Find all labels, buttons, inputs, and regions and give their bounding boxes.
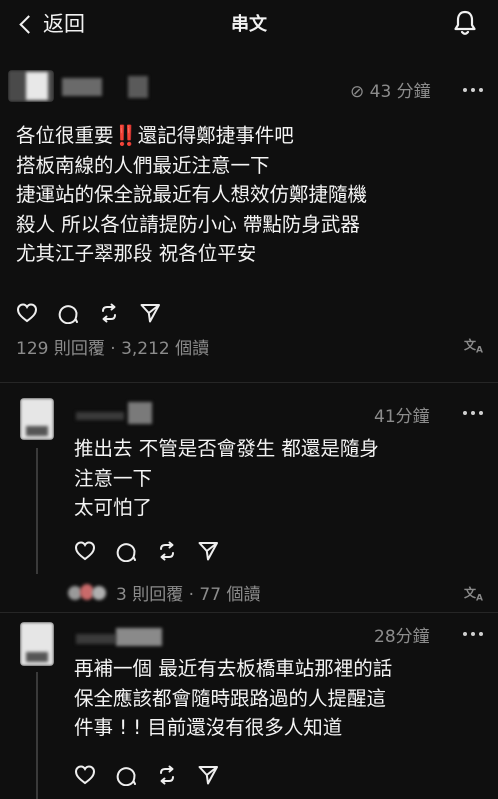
- post-timestamp: ⊘ 43 分鐘: [350, 82, 431, 102]
- heart-icon[interactable]: [74, 764, 96, 786]
- reply-line: 推出去 不管是否會發生 都還是隨身: [74, 437, 379, 460]
- author-avatar[interactable]: [8, 70, 54, 102]
- send-icon[interactable]: [139, 302, 161, 324]
- post-line: 殺人 所以各位請提防小心 帶點防身武器: [16, 212, 360, 236]
- reply-text: 再補一個 最近有去板橋車站那裡的話 保全應該都會隨時跟路過的人提醒這 件事 ! …: [74, 654, 392, 743]
- divider: [0, 612, 498, 613]
- more-icon[interactable]: [463, 411, 483, 415]
- translate-icon[interactable]: 文A: [464, 336, 483, 355]
- post-actions: [16, 302, 161, 324]
- divider: [0, 382, 498, 383]
- comment-icon[interactable]: [115, 540, 137, 562]
- heart-icon[interactable]: [16, 302, 38, 324]
- reply-line: 太可怕了: [74, 496, 153, 519]
- post-line: 尤其江子翠那段 祝各位平安: [16, 242, 257, 265]
- top-bar: 返回 串文: [0, 0, 498, 46]
- reply-timestamp: 41分鐘: [374, 407, 430, 427]
- post-line: 各位很重要‼️還記得鄭捷事件吧: [16, 124, 294, 147]
- repost-icon[interactable]: [98, 302, 120, 324]
- thread-line: [36, 672, 38, 799]
- page-title: 串文: [231, 14, 267, 35]
- reply-line: 再補一個 最近有去板橋車站那裡的話: [74, 657, 393, 680]
- send-icon[interactable]: [197, 540, 219, 562]
- reply-text: 推出去 不管是否會發生 都還是隨身 注意一下 太可怕了: [74, 434, 379, 523]
- replier-avatars: [68, 582, 108, 602]
- post-line: 捷運站的保全說最近有人想效仿鄭捷隨機: [16, 183, 368, 206]
- comment-icon[interactable]: [115, 764, 137, 786]
- repost-icon[interactable]: [156, 764, 178, 786]
- post-text: 各位很重要‼️還記得鄭捷事件吧 搭板南線的人們最近注意一下 捷運站的保全說最近有…: [16, 121, 367, 269]
- translate-icon[interactable]: 文A: [464, 584, 483, 603]
- thread-line: [36, 448, 38, 574]
- reply-username[interactable]: [76, 626, 166, 648]
- reply-line: 保全應該都會隨時跟路過的人提醒這: [74, 686, 387, 710]
- heart-icon[interactable]: [74, 540, 96, 562]
- more-icon[interactable]: [463, 88, 483, 92]
- reply-actions: [74, 540, 219, 562]
- post-line: 搭板南線的人們最近注意一下: [16, 153, 270, 177]
- reply-timestamp: 28分鐘: [374, 627, 430, 647]
- reply-username[interactable]: [76, 402, 156, 424]
- comment-icon[interactable]: [57, 302, 79, 324]
- reply-line: 件事 ! ! 目前還沒有很多人知道: [74, 716, 343, 739]
- author-username[interactable]: [62, 74, 152, 98]
- repost-icon[interactable]: [156, 540, 178, 562]
- reply-stats[interactable]: 3 則回覆 · 77 個讀: [116, 580, 260, 605]
- reply-actions: [74, 764, 219, 786]
- bell-icon[interactable]: [452, 9, 478, 37]
- reply-line: 注意一下: [74, 466, 153, 490]
- send-icon[interactable]: [197, 764, 219, 786]
- more-icon[interactable]: [463, 632, 483, 636]
- post-stats[interactable]: 129 則回覆 · 3,212 個讀: [16, 334, 209, 359]
- reply-avatar[interactable]: [20, 398, 54, 440]
- reply-avatar[interactable]: [20, 622, 54, 666]
